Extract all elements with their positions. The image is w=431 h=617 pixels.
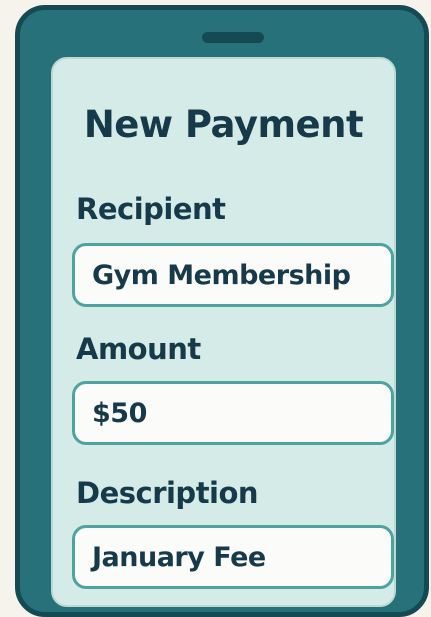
amount-field[interactable]: $50 [72,381,394,445]
payment-screen: New Payment Recipient Gym Membership Amo… [51,57,396,607]
description-label: Description [76,476,259,510]
phone-frame: New Payment Recipient Gym Membership Amo… [15,5,429,617]
recipient-value: Gym Membership [92,259,351,291]
description-value: January Fee [92,541,266,573]
amount-label: Amount [76,332,201,366]
speaker-slot [202,32,264,43]
recipient-label: Recipient [76,192,226,226]
page-title: New Payment [83,103,364,146]
recipient-field[interactable]: Gym Membership [72,243,394,307]
amount-value: $50 [92,397,147,429]
description-field[interactable]: January Fee [72,525,394,589]
